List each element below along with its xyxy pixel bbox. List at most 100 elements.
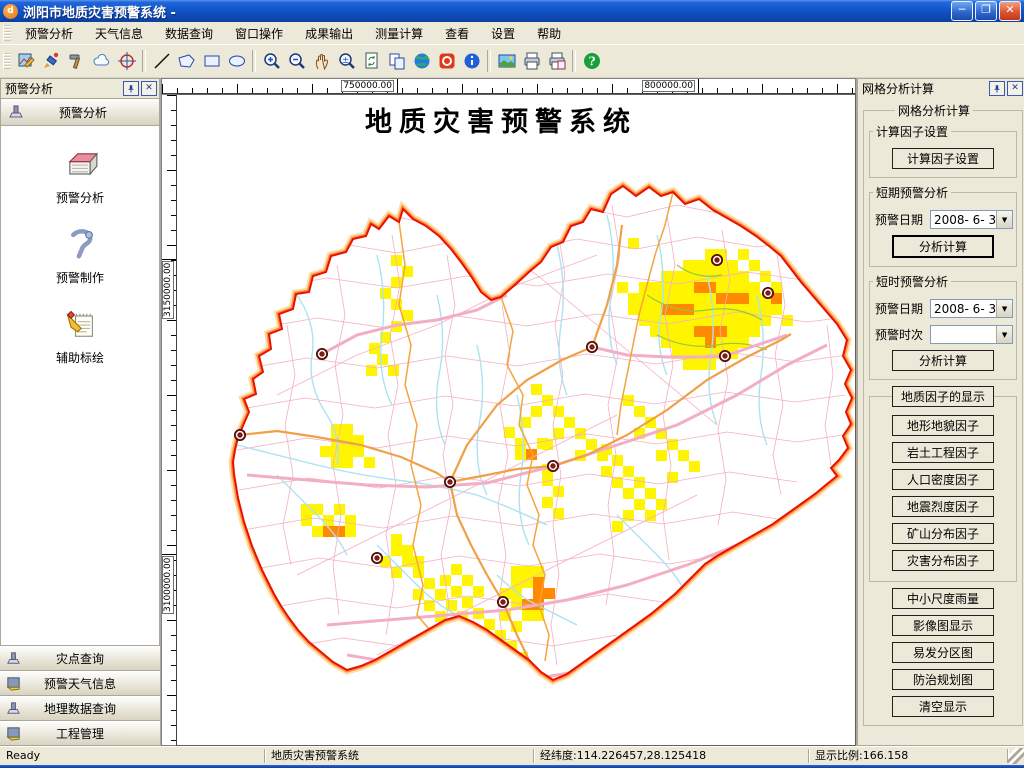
app-icon: d	[3, 4, 18, 19]
left-panel-header[interactable]: 预警分析	[0, 98, 160, 126]
chevron-down-icon[interactable]: ▼	[996, 326, 1012, 343]
short-time-period-combobox[interactable]: ▼	[930, 325, 1013, 344]
extra-button[interactable]: 易发分区图	[892, 642, 994, 663]
notepad-icon	[62, 307, 98, 343]
bottom-bar-item[interactable]: 地理数据查询	[0, 696, 160, 721]
rectangle-icon[interactable]	[199, 49, 224, 73]
stamp-icon	[5, 650, 22, 667]
left-panel-titlebar: 预警分析 ✕	[0, 78, 160, 98]
bottom-bar-item[interactable]: 预警天气信息	[0, 671, 160, 696]
factor-button[interactable]: 岩土工程因子	[892, 442, 994, 463]
pan-icon[interactable]	[309, 49, 334, 73]
globe-icon[interactable]	[409, 49, 434, 73]
nav-item-book[interactable]: 预警分析	[1, 147, 159, 206]
bottom-bar-item[interactable]: 工程管理	[0, 721, 160, 746]
zoom-in-icon[interactable]	[259, 49, 284, 73]
restore-button[interactable]: ❐	[975, 1, 997, 21]
minimize-button[interactable]: ─	[951, 1, 973, 21]
short-time-period-label: 预警时次	[875, 326, 930, 343]
map-canvas[interactable]: 地质灾害预警系统	[177, 94, 856, 746]
menubar-grip[interactable]	[3, 25, 11, 41]
factor-button[interactable]: 人口密度因子	[892, 469, 994, 490]
chevron-down-icon[interactable]: ▼	[996, 300, 1012, 317]
ruler-tick	[397, 79, 398, 93]
menubar: 预警分析天气信息数据查询窗口操作成果输出测量计算查看设置帮助	[0, 22, 1024, 44]
print-icon[interactable]	[519, 49, 544, 73]
left-panel-title: 预警分析	[5, 80, 123, 97]
left-bottom-bars: 灾点查询预警天气信息地理数据查询工程管理	[0, 646, 160, 746]
svg-text:?: ?	[588, 55, 595, 69]
ellipse-icon[interactable]	[224, 49, 249, 73]
extra-button[interactable]: 影像图显示	[892, 615, 994, 636]
menu-item[interactable]: 窗口操作	[224, 23, 294, 44]
refresh-icon[interactable]	[359, 49, 384, 73]
bottom-bar-label: 灾点查询	[26, 650, 134, 667]
target-icon[interactable]	[114, 49, 139, 73]
weather-icon	[5, 725, 22, 742]
menu-item[interactable]: 数据查询	[154, 23, 224, 44]
short-time-analyze-button[interactable]: 分析计算	[892, 350, 994, 371]
menu-item[interactable]: 成果输出	[294, 23, 364, 44]
calc-factor-group: 计算因子设置 计算因子设置	[869, 123, 1017, 178]
window-titlebar: d 浏阳市地质灾害预警系统 - ─ ❐ ✕	[0, 0, 1024, 22]
close-icon[interactable]: ✕	[141, 81, 157, 96]
hammer-icon[interactable]	[64, 49, 89, 73]
toolbar-separator	[487, 50, 491, 72]
paint-icon[interactable]	[39, 49, 64, 73]
nav-item-notepad[interactable]: 辅助标绘	[1, 307, 159, 366]
help-icon[interactable]: ?	[579, 49, 604, 73]
print-preview-icon[interactable]	[544, 49, 569, 73]
extra-button[interactable]: 防治规划图	[892, 669, 994, 690]
polygon-icon[interactable]	[174, 49, 199, 73]
edit-map-icon[interactable]	[14, 49, 39, 73]
zoom-out-icon[interactable]	[284, 49, 309, 73]
map-area: 750000.00800000.00 3150000.003100000.00 …	[161, 78, 856, 746]
close-button[interactable]: ✕	[999, 1, 1021, 21]
toolbar-separator	[252, 50, 256, 72]
pin-icon[interactable]	[989, 81, 1005, 96]
cloud-icon[interactable]	[89, 49, 114, 73]
nav-item-tool[interactable]: 预警制作	[1, 227, 159, 286]
bottom-bar-item[interactable]: 灾点查询	[0, 646, 160, 671]
grid-analysis-group: 网格分析计算 计算因子设置 计算因子设置 短期预警分析 预警日期 2008- 6…	[863, 102, 1023, 726]
menu-item[interactable]: 测量计算	[364, 23, 434, 44]
menu-item[interactable]: 预警分析	[14, 23, 84, 44]
toolbar: ±?	[0, 44, 1024, 78]
geo-factor-group: 地质因子的显示 地形地貌因子岩土工程因子人口密度因子地震烈度因子矿山分布因子灾害…	[869, 386, 1017, 582]
app-window: d 浏阳市地质灾害预警系统 - ─ ❐ ✕ 预警分析天气信息数据查询窗口操作成果…	[0, 0, 1024, 768]
calc-factor-settings-button[interactable]: 计算因子设置	[892, 148, 994, 169]
zoom-extent-icon[interactable]: ±	[334, 49, 359, 73]
geo-factor-display-button[interactable]: 地质因子的显示	[892, 386, 994, 407]
info-icon[interactable]	[459, 49, 484, 73]
menu-item[interactable]: 帮助	[526, 23, 572, 44]
factor-button[interactable]: 地震烈度因子	[892, 496, 994, 517]
resize-grip[interactable]	[1008, 748, 1024, 764]
short-term-analyze-button[interactable]: 分析计算	[892, 235, 994, 258]
stop-icon[interactable]	[434, 49, 459, 73]
window-title: 浏阳市地质灾害预警系统 -	[23, 2, 951, 21]
factor-button[interactable]: 灾害分布因子	[892, 550, 994, 571]
menu-item[interactable]: 天气信息	[84, 23, 154, 44]
right-panel-titlebar: 网格分析计算 ✕	[857, 78, 1024, 98]
extra-button[interactable]: 清空显示	[892, 696, 994, 717]
pin-icon[interactable]	[123, 81, 139, 96]
short-time-date-label: 预警日期	[875, 300, 930, 317]
short-time-date-combobox[interactable]: 2008- 6- 3 ▼	[930, 299, 1013, 318]
line-icon[interactable]	[149, 49, 174, 73]
vertical-ruler: 3150000.003100000.00	[161, 94, 177, 746]
copy-icon[interactable]	[384, 49, 409, 73]
menu-item[interactable]: 查看	[434, 23, 480, 44]
factor-button[interactable]: 矿山分布因子	[892, 523, 994, 544]
factor-button[interactable]: 地形地貌因子	[892, 415, 994, 436]
bottom-bar-label: 地理数据查询	[26, 700, 134, 717]
close-icon[interactable]: ✕	[1007, 81, 1023, 96]
image-icon[interactable]	[494, 49, 519, 73]
chevron-down-icon[interactable]: ▼	[996, 211, 1012, 228]
short-term-date-combobox[interactable]: 2008- 6- 3 ▼	[930, 210, 1013, 229]
toolbar-separator	[142, 50, 146, 72]
menubar-items: 预警分析天气信息数据查询窗口操作成果输出测量计算查看设置帮助	[14, 23, 572, 44]
menu-item[interactable]: 设置	[480, 23, 526, 44]
extra-button[interactable]: 中小尺度雨量	[892, 588, 994, 609]
bottom-bar-label: 工程管理	[26, 725, 134, 742]
toolbar-grip[interactable]	[3, 53, 11, 69]
